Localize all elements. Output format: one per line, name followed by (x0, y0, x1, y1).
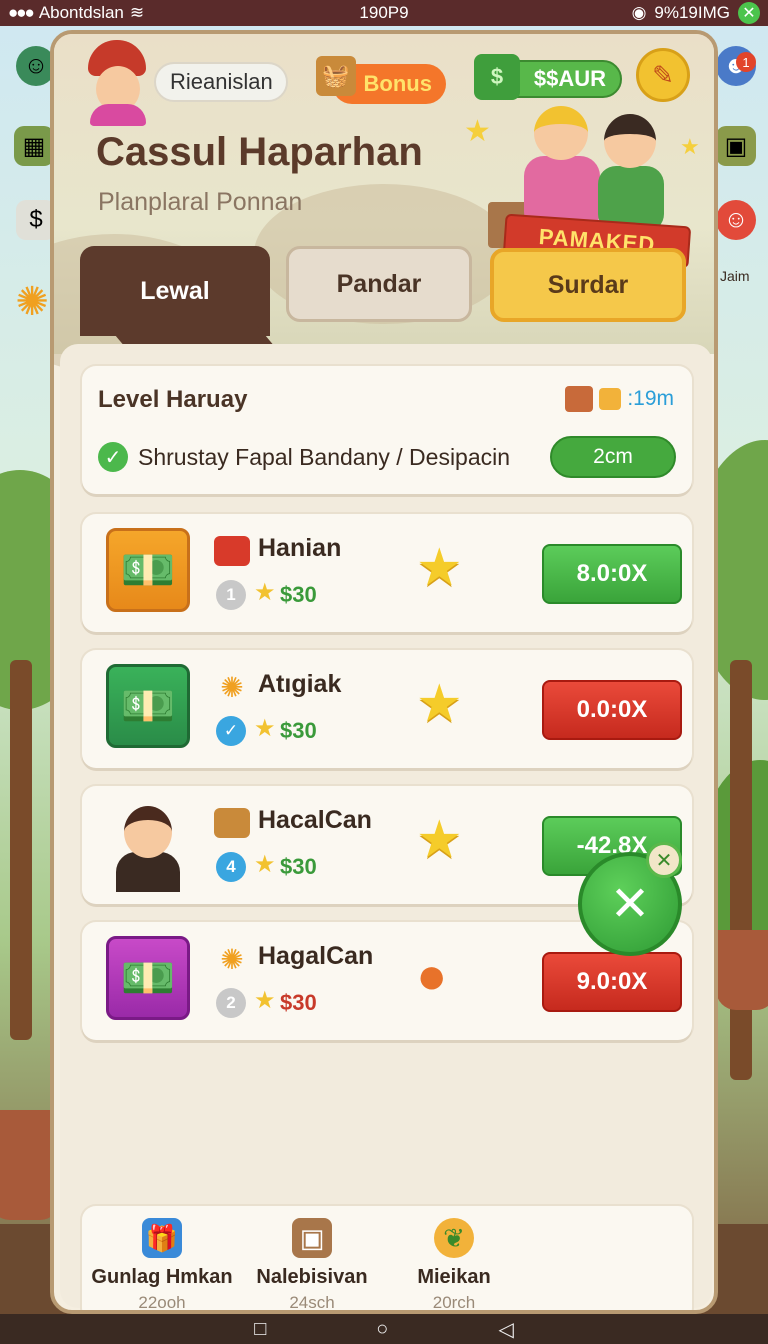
nav-label: Gunlag Hmkan (91, 1266, 233, 1288)
sun-icon: ✺ (220, 671, 244, 703)
nav-sub: 24sch (289, 1293, 335, 1312)
player-avatar[interactable] (80, 40, 154, 126)
status-close-icon[interactable]: ✕ (738, 2, 760, 24)
username-pill[interactable]: Rieanislan (154, 62, 288, 102)
tab-surdar[interactable]: Surdar (490, 248, 686, 322)
fab-close-badge-icon[interactable]: ✕ (646, 842, 682, 878)
recents-icon[interactable]: □ (254, 1318, 266, 1341)
side-map-icon[interactable]: ▦ (14, 126, 54, 166)
gift-box-icon (214, 536, 250, 566)
list-item[interactable]: 💵 Hanian 1 ★ $30 ★ 8.0:0X (82, 514, 692, 632)
main-panel: Rieanislan Bonus 🧺 $$AUR $ ✎ Cassul Hapa… (50, 30, 718, 1314)
signal-icon: ●●● (8, 3, 35, 22)
side-character-icon[interactable]: ☺ (716, 200, 756, 240)
cube-icon (599, 388, 622, 410)
item-multiplier-button[interactable]: 9.0:0X (542, 952, 682, 1012)
cash-label: $$AUR (533, 66, 606, 91)
sparkle-star-icon: ★ (464, 115, 491, 148)
content-area: Level Haruay :19m ✓ Shrustay Fapal Banda… (60, 344, 712, 1310)
plant-basket-icon (214, 808, 250, 838)
orange-basket-icon: 💵 (106, 528, 190, 612)
item-price: $30 (280, 718, 317, 743)
small-star-icon: ★ (254, 579, 276, 606)
system-nav-bar: □ ○ ◁ (0, 1314, 768, 1344)
sparkle-star-icon: ★ (680, 134, 700, 159)
small-star-icon: ★ (254, 987, 276, 1014)
wifi-icon: ≋ (129, 3, 145, 22)
item-name: HagalCan (258, 942, 374, 970)
game-subtitle: Planplaral Ponnan (98, 188, 303, 216)
item-price: $30 (280, 582, 317, 607)
nav-item-nalebisivan[interactable]: ▣ Nalebisivan 24sch (232, 1218, 392, 1312)
bottom-nav: 🎁 Gunlag Hmkan 22ooh ▣ Nalebisivan 24sch… (82, 1206, 692, 1312)
crate-icon: ▣ (292, 1218, 332, 1258)
nav-label: Mieikan (417, 1266, 491, 1288)
check-icon: ✓ (98, 442, 128, 472)
item-rank: ✓ (216, 716, 246, 746)
tab-pandar[interactable]: Pandar (286, 246, 472, 322)
nav-label: Nalebisivan (256, 1266, 368, 1288)
side-notification-badge: 1 (736, 52, 756, 72)
item-name: HacalCan (258, 806, 372, 834)
summary-action-button[interactable]: 2cm (550, 436, 676, 478)
home-icon[interactable]: ○ (376, 1318, 388, 1341)
summary-description: Shrustay Fapal Bandany / Desipacin (138, 444, 511, 470)
back-icon[interactable]: ◁ (498, 1317, 513, 1342)
big-star-icon: ★ (416, 811, 463, 869)
item-name: Hanian (258, 534, 342, 562)
flame-drop-icon: ● (416, 947, 448, 1005)
small-star-icon: ★ (254, 851, 276, 878)
nav-item-mieikan[interactable]: ❦ Mieikan 20rch (374, 1218, 534, 1312)
purple-basket-icon: 💵 (106, 936, 190, 1020)
summary-title: Level Haruay (98, 386, 248, 413)
side-chest-icon[interactable]: ▣ (716, 126, 756, 166)
big-star-icon: ★ (416, 539, 463, 597)
bonus-label: Bonus (363, 71, 432, 96)
item-name: Atıgiak (258, 670, 342, 698)
sun-icon: ✺ (220, 943, 244, 975)
list-item[interactable]: 💵 ✺ Atıgiak ✓ ★ $30 ★ 0.0:0X (82, 650, 692, 768)
summary-timer: :19m (565, 386, 674, 412)
nav-item-gunlag[interactable]: 🎁 Gunlag Hmkan 22ooh (82, 1218, 242, 1312)
nav-sub: 20rch (432, 1293, 476, 1312)
bonus-basket-icon: 🧺 (316, 56, 356, 96)
carrier-name: Abontdslan (38, 3, 124, 22)
summary-timer-text: :19m (627, 387, 674, 410)
big-star-icon: ★ (416, 675, 463, 733)
green-basket-icon: 💵 (106, 664, 190, 748)
fruit-icon: ❦ (434, 1218, 474, 1258)
status-bar: ●●● Abontdslan ≋ 190P9 ◉ 9%19IMG ✕ (0, 0, 768, 26)
item-rank: 2 (216, 988, 246, 1018)
game-title: Cassul Haparhan (96, 130, 423, 174)
panel-header: Rieanislan Bonus 🧺 $$AUR $ ✎ Cassul Hapa… (54, 34, 714, 374)
side-sun-icon[interactable]: ✺ (12, 280, 52, 324)
gift-icon: 🎁 (142, 1218, 182, 1258)
item-multiplier-button[interactable]: 8.0:0X (542, 544, 682, 604)
basket-icon (565, 386, 594, 412)
small-star-icon: ★ (254, 715, 276, 742)
item-rank: 1 (216, 580, 246, 610)
record-icon: ◉ (631, 3, 647, 22)
item-multiplier-button[interactable]: 0.0:0X (542, 680, 682, 740)
level-summary-card: Level Haruay :19m ✓ Shrustay Fapal Banda… (82, 366, 692, 494)
status-right-text: 9%19IMG (654, 3, 730, 22)
tab-lewal[interactable]: Lewal (80, 246, 270, 336)
item-rank: 4 (216, 852, 246, 882)
nav-sub: 22ooh (138, 1293, 186, 1312)
side-label: Jaim (720, 268, 750, 284)
item-price: $30 (280, 990, 317, 1015)
item-price: $30 (280, 854, 317, 879)
character-portrait (106, 800, 190, 892)
